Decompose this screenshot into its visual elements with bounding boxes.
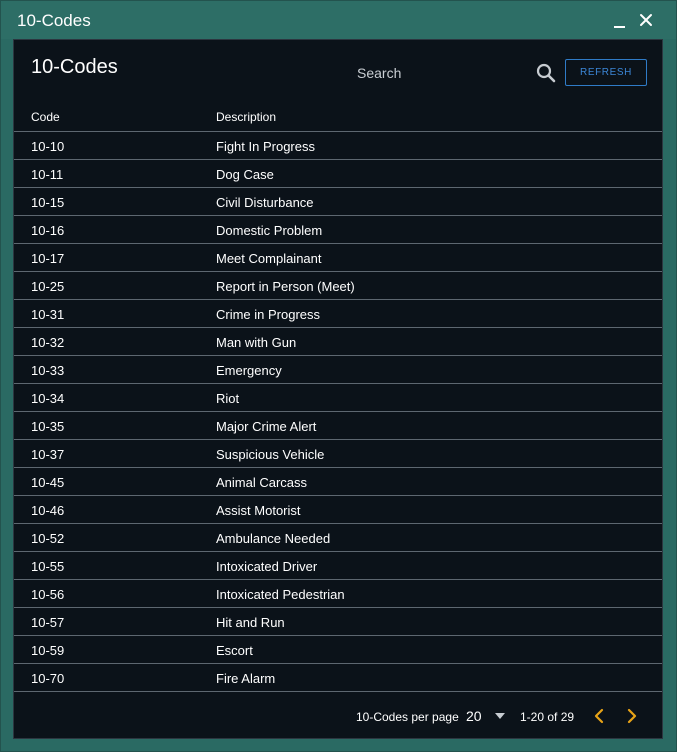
close-icon — [640, 14, 652, 26]
table-row[interactable]: 10-15 Civil Disturbance — [14, 188, 662, 216]
description-cell: Escort — [216, 643, 253, 658]
code-cell: 10-11 — [31, 167, 64, 182]
description-cell: Ambulance Needed — [216, 531, 331, 546]
codes-table: Code Description 10-10 Fight In Progress 1… — [14, 102, 662, 692]
table-row[interactable]: 10-16 Domestic Problem — [14, 216, 662, 244]
window-title: 10-Codes — [17, 11, 91, 30]
code-cell: 10-31 — [31, 307, 65, 322]
code-cell: 10-52 — [31, 531, 65, 546]
close-button[interactable] — [635, 9, 657, 31]
table-row[interactable]: 10-46 Assist Motorist — [14, 496, 662, 524]
panel-title: 10-Codes — [31, 56, 118, 78]
description-cell: Emergency — [216, 363, 282, 378]
table-row[interactable]: 10-56 Intoxicated Pedestrian — [14, 580, 662, 608]
per-page-label: 10-Codes per page — [356, 710, 459, 724]
code-cell: 10-33 — [31, 363, 65, 378]
description-cell: Fire Alarm — [216, 671, 276, 686]
next-page-button[interactable] — [622, 705, 642, 727]
code-cell: 10-10 — [31, 139, 65, 154]
search-input[interactable] — [344, 62, 537, 84]
description-cell: Intoxicated Pedestrian — [216, 587, 345, 602]
previous-page-button[interactable] — [589, 705, 609, 727]
description-cell: Crime in Progress — [216, 307, 321, 322]
table-row[interactable]: 10-32 Man with Gun — [14, 328, 662, 356]
description-cell: Assist Motorist — [216, 503, 301, 518]
title-bar[interactable]: 10-Codes — [1, 1, 676, 39]
code-cell: 10-56 — [31, 587, 65, 602]
table-row[interactable]: 10-10 Fight In Progress — [14, 132, 662, 160]
table-row[interactable]: 10-11 Dog Case — [14, 160, 662, 188]
table-header: Code Description — [14, 102, 662, 132]
description-cell: Suspicious Vehicle — [216, 447, 325, 462]
code-cell: 10-35 — [31, 419, 65, 434]
description-cell: Major Crime Alert — [216, 419, 317, 434]
search-icon — [536, 63, 556, 83]
table-row[interactable]: 10-70 Fire Alarm — [14, 664, 662, 692]
code-cell: 10-70 — [31, 671, 65, 686]
table-row[interactable]: 10-34 Riot — [14, 384, 662, 412]
minimize-button[interactable] — [609, 9, 631, 31]
description-cell: Fight In Progress — [216, 139, 315, 154]
table-row[interactable]: 10-17 Meet Complainant — [14, 244, 662, 272]
description-cell: Animal Carcass — [216, 475, 308, 490]
chevron-right-icon — [627, 708, 637, 724]
description-cell: Dog Case — [216, 167, 274, 182]
table-row[interactable]: 10-37 Suspicious Vehicle — [14, 440, 662, 468]
table-row[interactable]: 10-31 Crime in Progress — [14, 300, 662, 328]
table-row[interactable]: 10-57 Hit and Run — [14, 608, 662, 636]
table-row[interactable]: 10-55 Intoxicated Driver — [14, 552, 662, 580]
codes-panel: 10-Codes REFRESH Code Description 10-10 F… — [13, 39, 663, 739]
code-cell: 10-25 — [31, 279, 65, 294]
code-cell: 10-57 — [31, 615, 65, 630]
table-row[interactable]: 10-25 Report in Person (Meet) — [14, 272, 662, 300]
code-cell: 10-46 — [31, 503, 65, 518]
pagination-bar: 10-Codes per page 20 1-20 of 29 — [14, 692, 662, 740]
search-button[interactable] — [535, 62, 557, 84]
dropdown-arrow-icon[interactable] — [495, 713, 505, 719]
description-cell: Civil Disturbance — [216, 195, 314, 210]
code-cell: 10-45 — [31, 475, 65, 490]
description-cell: Meet Complainant — [216, 251, 322, 266]
page-range: 1-20 of 29 — [520, 710, 575, 724]
table-row[interactable]: 10-45 Animal Carcass — [14, 468, 662, 496]
table-row[interactable]: 10-33 Emergency — [14, 356, 662, 384]
column-header-code[interactable]: Code — [31, 110, 60, 124]
table-body: 10-10 Fight In Progress 10-11 Dog Case 10-15… — [14, 132, 662, 692]
page-size-select[interactable]: 20 — [466, 708, 482, 724]
description-cell: Domestic Problem — [216, 223, 323, 238]
code-cell: 10-37 — [31, 447, 65, 462]
code-cell: 10-34 — [31, 391, 65, 406]
description-cell: Intoxicated Driver — [216, 559, 318, 574]
chevron-left-icon — [594, 708, 604, 724]
code-cell: 10-32 — [31, 335, 65, 350]
code-cell: 10-16 — [31, 223, 65, 238]
refresh-button[interactable]: REFRESH — [565, 59, 647, 86]
column-header-description[interactable]: Description — [216, 110, 276, 124]
code-cell: 10-55 — [31, 559, 65, 574]
description-cell: Report in Person (Meet) — [216, 279, 355, 294]
code-cell: 10-15 — [31, 195, 65, 210]
table-row[interactable]: 10-52 Ambulance Needed — [14, 524, 662, 552]
table-row[interactable]: 10-59 Escort — [14, 636, 662, 664]
description-cell: Man with Gun — [216, 335, 297, 350]
description-cell: Hit and Run — [216, 615, 285, 630]
description-cell: Riot — [216, 391, 240, 406]
minimize-icon — [614, 26, 625, 28]
ten-codes-window: 10-Codes 10-Codes REFRESH Code Descripti… — [0, 0, 677, 752]
table-row[interactable]: 10-35 Major Crime Alert — [14, 412, 662, 440]
code-cell: 10-59 — [31, 643, 65, 658]
code-cell: 10-17 — [31, 251, 65, 266]
